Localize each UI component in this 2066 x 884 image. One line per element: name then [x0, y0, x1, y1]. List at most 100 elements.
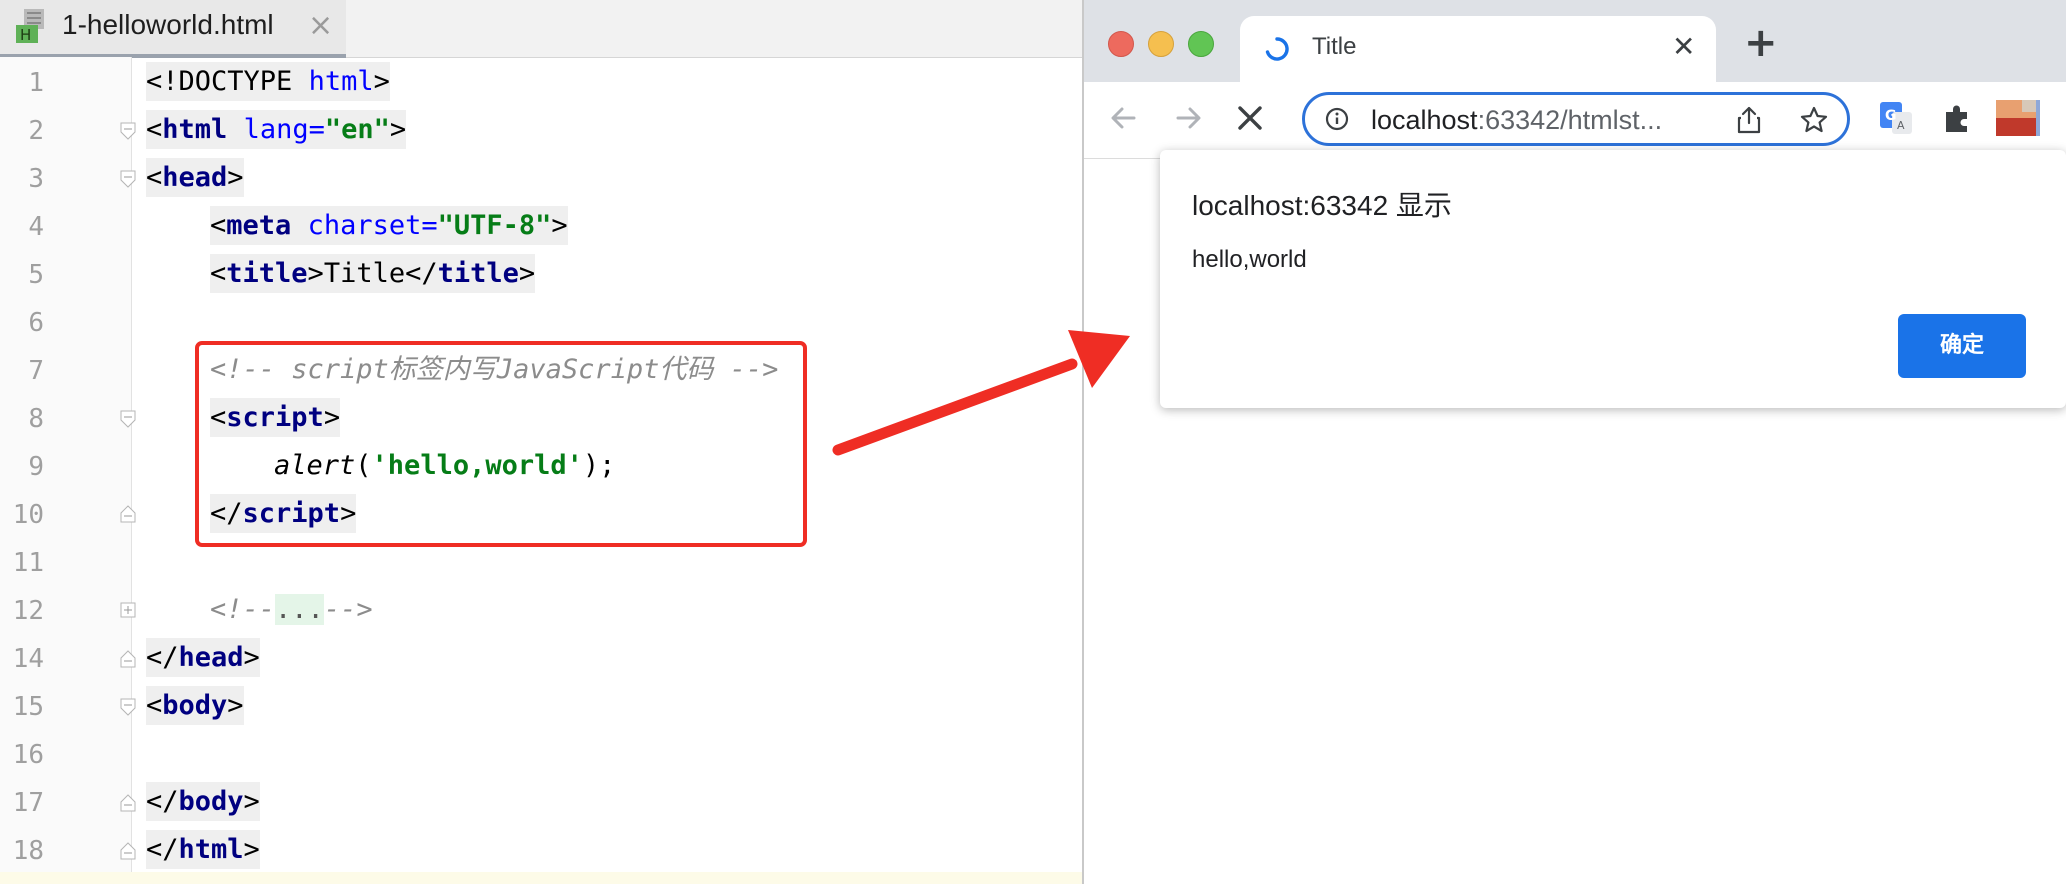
line-number: 1: [28, 68, 44, 98]
code-token: <: [210, 210, 227, 241]
code-token: head: [162, 162, 228, 193]
code-token: -->: [323, 594, 373, 625]
code-token: >: [307, 258, 324, 289]
code-token: >: [389, 114, 407, 145]
line-number: 5: [28, 260, 44, 290]
back-arrow-icon[interactable]: [1102, 96, 1146, 140]
fold-expand-icon[interactable]: [120, 602, 136, 620]
line-number: 17: [12, 788, 44, 818]
code-line-17[interactable]: </body>: [146, 778, 260, 826]
folded-region[interactable]: ...: [275, 594, 324, 625]
code-token: head: [178, 642, 244, 673]
code-token: >: [227, 162, 244, 193]
fold-close-icon[interactable]: [120, 505, 136, 523]
code-line-14[interactable]: </head>: [146, 634, 260, 682]
code-token: "en": [324, 114, 390, 145]
code-token: Title: [323, 258, 406, 289]
code-token: meta: [226, 210, 292, 241]
code-token: >: [243, 642, 260, 673]
window-close-button[interactable]: [1108, 31, 1134, 57]
code-token: charset: [307, 210, 422, 241]
dialog-message: hello,world: [1192, 246, 1307, 273]
window-maximize-button[interactable]: [1188, 31, 1214, 57]
share-icon[interactable]: [1735, 105, 1763, 135]
code-token: >: [518, 258, 536, 289]
loading-spinner-icon: [1265, 37, 1289, 61]
browser-tab-title[interactable]: Title ✕: [1240, 16, 1716, 82]
fold-close-icon[interactable]: [120, 794, 136, 812]
code-token: <!--: [210, 594, 276, 625]
bookmark-star-icon[interactable]: [1799, 105, 1829, 135]
code-token: =: [308, 114, 325, 145]
line-number: 14: [12, 644, 44, 674]
code-token: "UTF-8": [437, 210, 552, 241]
html-file-icon: H: [16, 9, 44, 43]
browser-title-bar: Title ✕ +: [1084, 0, 2066, 82]
annotation-highlight-box: [195, 341, 807, 547]
browser-tab-label: Title: [1312, 33, 1357, 60]
url-path: :63342/htmlst...: [1477, 105, 1663, 135]
url-text[interactable]: localhost:63342/htmlst...: [1371, 105, 1662, 136]
editor-tab-bar: H 1-helloworld.html ×: [0, 0, 1082, 58]
code-token: >: [227, 690, 244, 721]
code-line-3[interactable]: <head>: [146, 154, 244, 202]
code-line-4[interactable]: <meta charset="UTF-8">: [210, 202, 568, 250]
address-bar[interactable]: localhost:63342/htmlst...: [1302, 92, 1850, 146]
close-tab-icon[interactable]: ✕: [1672, 30, 1695, 63]
code-token: <: [146, 114, 163, 145]
code-line-18[interactable]: </html>: [146, 826, 260, 874]
code-line-2[interactable]: <html lang="en">: [146, 106, 407, 154]
code-line-5[interactable]: <title>Title</title>: [210, 250, 536, 298]
editor-bottom-strip: [0, 872, 1082, 884]
code-line-12[interactable]: <!--...-->: [210, 586, 373, 634]
window-minimize-button[interactable]: [1148, 31, 1174, 57]
extensions-puzzle-icon[interactable]: [1940, 100, 1976, 136]
alert-dialog: localhost:63342 显示 hello,world 确定: [1160, 150, 2066, 408]
svg-text:A: A: [1897, 119, 1905, 132]
code-token: =: [421, 210, 438, 241]
fold-open-icon[interactable]: [120, 122, 136, 140]
line-number: 8: [28, 404, 44, 434]
new-tab-icon[interactable]: +: [1744, 20, 1778, 66]
stop-loading-icon[interactable]: [1228, 96, 1272, 140]
code-token: </: [146, 834, 179, 865]
line-number: 3: [28, 164, 44, 194]
ok-button[interactable]: 确定: [1898, 314, 2026, 378]
line-number: 9: [28, 452, 44, 482]
fold-open-icon[interactable]: [120, 410, 136, 428]
line-number: 15: [12, 692, 44, 722]
file-icon-letter: H: [20, 26, 31, 43]
code-line-1[interactable]: <!DOCTYPE html>: [146, 58, 390, 106]
close-tab-icon[interactable]: ×: [308, 8, 333, 43]
code-token: <: [146, 690, 163, 721]
code-token: lang: [243, 114, 309, 145]
forward-arrow-icon[interactable]: [1166, 96, 1210, 140]
code-token: </: [146, 642, 179, 673]
browser-window: Title ✕ + localhost:63342/htmlst... G A …: [1082, 0, 2066, 884]
profile-avatar-icon[interactable]: [1996, 100, 2040, 136]
site-info-icon[interactable]: [1325, 107, 1349, 131]
line-number: 12: [12, 596, 44, 626]
code-token: <: [146, 162, 163, 193]
code-token: <!DOCTYPE: [146, 66, 309, 97]
code-token: </: [405, 258, 438, 289]
code-token: html: [178, 834, 244, 865]
code-token: html: [308, 66, 374, 97]
editor-tab-title: 1-helloworld.html: [62, 9, 274, 40]
fold-open-icon[interactable]: [120, 170, 136, 188]
code-line-15[interactable]: <body>: [146, 682, 244, 730]
code-token: title: [226, 258, 308, 289]
line-number: 6: [28, 308, 44, 338]
url-host: localhost: [1371, 105, 1478, 135]
code-token: </: [146, 786, 179, 817]
code-token: >: [551, 210, 568, 241]
translate-extension-icon[interactable]: G A: [1878, 100, 1914, 136]
fold-close-icon[interactable]: [120, 842, 136, 860]
line-number: 11: [12, 548, 44, 578]
line-number: 10: [12, 500, 44, 530]
fold-open-icon[interactable]: [120, 698, 136, 716]
editor-tab-helloworld[interactable]: H 1-helloworld.html ×: [0, 0, 346, 58]
fold-close-icon[interactable]: [120, 650, 136, 668]
code-token: >: [373, 66, 390, 97]
